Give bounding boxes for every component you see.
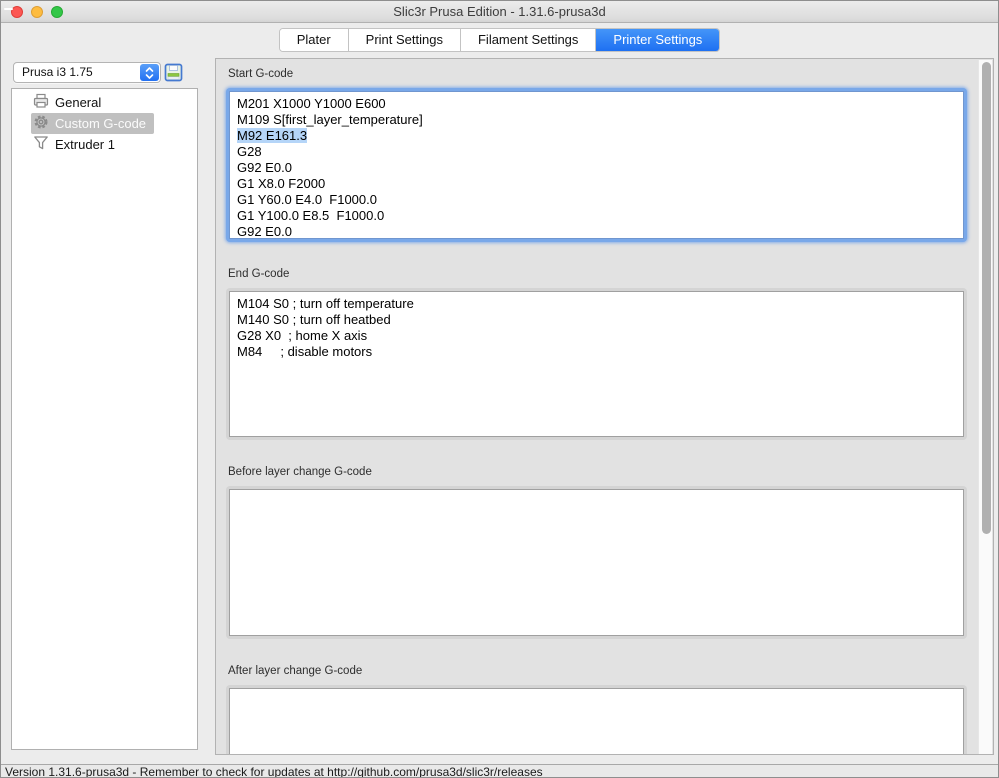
tab-plater[interactable]: Plater (280, 29, 349, 51)
sidebar-item-general[interactable]: General (12, 92, 197, 113)
selected-text: M92 E161.3 (237, 128, 307, 143)
after-layer-gcode-textarea[interactable] (229, 688, 964, 755)
sidebar-item-custom-g-code[interactable]: Custom G-code (12, 113, 197, 134)
gcode-line: M140 S0 ; turn off heatbed (237, 312, 963, 328)
printer-preset-value: Prusa i3 1.75 (22, 65, 93, 79)
gcode-line: G1 X8.0 F2000 (237, 176, 963, 192)
start-gcode-section: Start G-code M201 X1000 Y1000 E600M109 S… (226, 68, 959, 242)
gcode-line: G92 E0.0 (237, 160, 963, 176)
sidebar-item-extruder-1[interactable]: Extruder 1 (12, 134, 197, 155)
gcode-line: G92 E0.0 (237, 224, 963, 239)
save-preset-button[interactable] (164, 63, 183, 82)
tab-print-settings[interactable]: Print Settings (349, 29, 461, 51)
combo-stepper-icon (140, 64, 159, 81)
start-gcode-textarea[interactable]: M201 X1000 Y1000 E600M109 S[first_layer_… (229, 91, 964, 239)
printer-icon (33, 93, 49, 112)
panel-scrollbar[interactable] (978, 60, 992, 755)
panel-scrollbar-thumb[interactable] (982, 62, 991, 534)
tab-printer-settings[interactable]: Printer Settings (596, 29, 719, 51)
end-gcode-section: End G-code M104 S0 ; turn off temperatur… (226, 268, 959, 440)
after-layer-gcode-section: After layer change G-code (226, 665, 959, 755)
sidebar-item-label: Extruder 1 (55, 137, 115, 152)
status-text: Version 1.31.6-prusa3d - Remember to che… (5, 765, 543, 778)
before-layer-gcode-label: Before layer change G-code (228, 466, 959, 478)
before-layer-gcode-textarea[interactable] (229, 489, 964, 636)
custom-gcode-panel: Start G-code M201 X1000 Y1000 E600M109 S… (215, 58, 994, 755)
sidebar-item-label: Custom G-code (55, 116, 146, 131)
app-window: Slic3r Prusa Edition - 1.31.6-prusa3d Pl… (0, 0, 999, 778)
tab-filament-settings[interactable]: Filament Settings (461, 29, 596, 51)
gcode-line: G1 Y60.0 E4.0 F1000.0 (237, 192, 963, 208)
end-gcode-label: End G-code (228, 268, 959, 280)
gcode-line: M109 S[first_layer_temperature] (237, 112, 963, 128)
start-gcode-label: Start G-code (228, 68, 959, 80)
settings-tree: General Custom G-code Extruder 1 (11, 88, 198, 750)
status-bar: Version 1.31.6-prusa3d - Remember to che… (1, 764, 998, 778)
gcode-line: M84 ; disable motors (237, 344, 963, 360)
funnel-icon (33, 135, 49, 154)
tab-bar-row: PlaterPrint SettingsFilament SettingsPri… (1, 23, 998, 57)
printer-preset-select[interactable]: Prusa i3 1.75 (13, 62, 161, 83)
gcode-line: G28 (237, 144, 963, 160)
sidebar-item-label: General (55, 95, 101, 110)
gcode-line: M104 S0 ; turn off temperature (237, 296, 963, 312)
gear-icon (33, 114, 49, 133)
after-layer-gcode-label: After layer change G-code (228, 665, 959, 677)
save-icon (164, 69, 183, 86)
before-layer-gcode-section: Before layer change G-code (226, 466, 959, 639)
end-gcode-textarea[interactable]: M104 S0 ; turn off temperatureM140 S0 ; … (229, 291, 964, 437)
window-title: Slic3r Prusa Edition - 1.31.6-prusa3d (1, 1, 998, 23)
gcode-line: G1 Y100.0 E8.5 F1000.0 (237, 208, 963, 224)
gcode-line: M92 E161.3 (237, 128, 963, 144)
tab-bar: PlaterPrint SettingsFilament SettingsPri… (279, 28, 721, 52)
gcode-line: G28 X0 ; home X axis (237, 328, 963, 344)
gcode-line: M201 X1000 Y1000 E600 (237, 96, 963, 112)
title-bar: Slic3r Prusa Edition - 1.31.6-prusa3d (1, 1, 998, 23)
